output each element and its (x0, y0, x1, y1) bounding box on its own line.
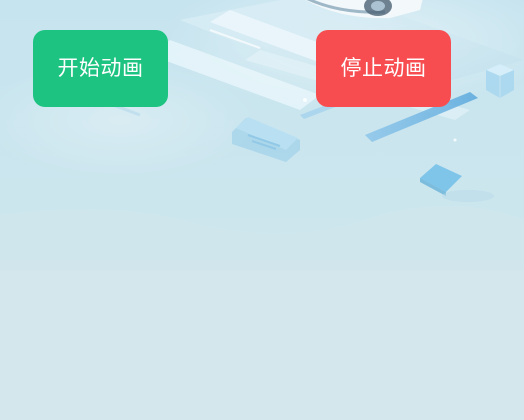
animation-demo-screen: 开始动画 停止动画 (0, 0, 524, 420)
stop-animation-button[interactable]: 停止动画 (316, 30, 451, 107)
start-animation-button[interactable]: 开始动画 (33, 30, 168, 107)
